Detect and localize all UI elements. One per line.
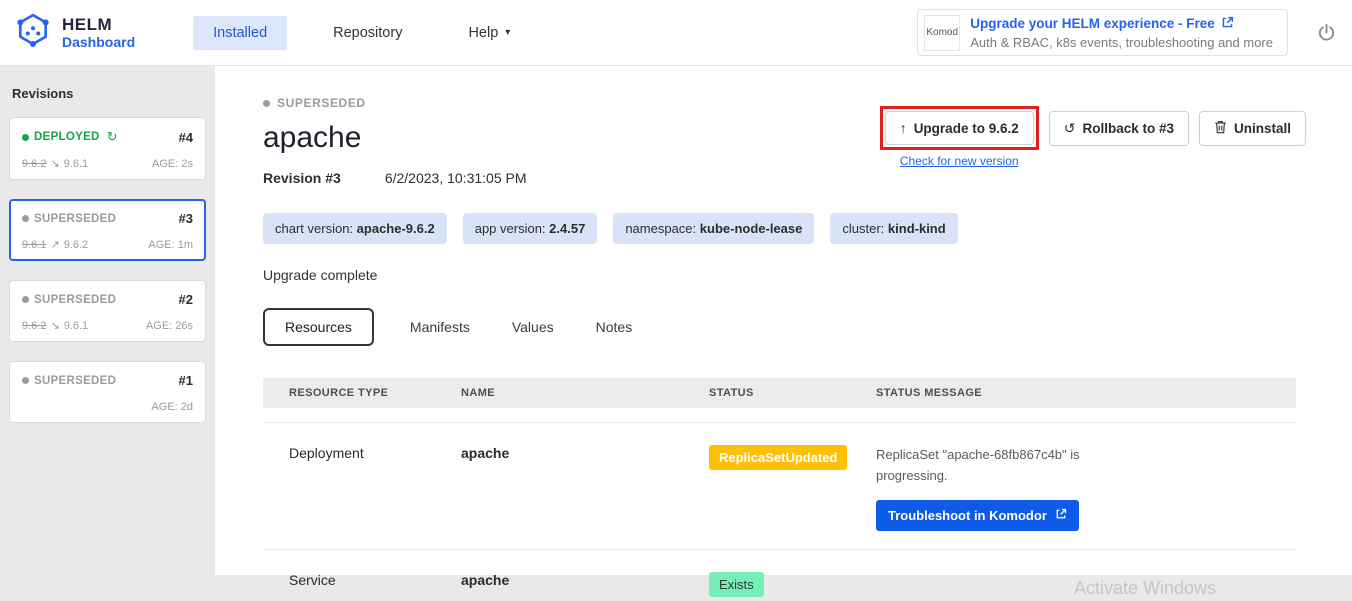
revision-age: AGE: 1m	[148, 239, 193, 251]
resource-type: Deployment	[289, 445, 461, 461]
upgrade-button[interactable]: ↑ Upgrade to 9.6.2	[885, 111, 1034, 145]
rollback-icon: ↺	[1064, 120, 1076, 137]
revision-version-change: 9.6.2 ↘ 9.6.1	[22, 157, 88, 170]
komodor-logo: Komod	[924, 15, 960, 51]
nav-item-repository[interactable]: Repository	[313, 16, 422, 50]
revision-card-4[interactable]: DEPLOYED ↻ #4 9.6.2 ↘ 9.6.1 AGE: 2s	[9, 117, 206, 180]
revision-number: #4	[179, 130, 193, 145]
promo-subtitle: Auth & RBAC, k8s events, troubleshooting…	[970, 35, 1273, 50]
revision-card-2[interactable]: SUPERSEDED #2 9.6.2 ↘ 9.6.1 AGE: 26s	[9, 280, 206, 342]
nav-item-installed[interactable]: Installed	[193, 16, 287, 50]
revision-version-change: 9.6.2 ↘ 9.6.1	[22, 319, 88, 332]
revision-status: DEPLOYED	[34, 131, 100, 143]
tab-manifests[interactable]: Manifests	[404, 310, 476, 344]
uninstall-button[interactable]: Uninstall	[1199, 111, 1306, 146]
revision-version-change: 9.6.1 ↗ 9.6.2	[22, 238, 88, 251]
external-link-icon	[1055, 508, 1067, 523]
revision-number: #1	[179, 373, 193, 388]
table-header: RESOURCE TYPE NAME STATUS STATUS MESSAGE	[263, 378, 1296, 408]
revision-number: #3	[179, 211, 193, 226]
tab-values[interactable]: Values	[506, 310, 560, 344]
sidebar-title: Revisions	[12, 86, 206, 101]
resource-name: apache	[461, 572, 709, 588]
nav-item-help[interactable]: Help ▾	[448, 16, 530, 50]
komodor-promo-banner[interactable]: Komod Upgrade your HELM experience - Fre…	[917, 9, 1288, 56]
tab-resources[interactable]: Resources	[263, 308, 374, 346]
check-new-version-link[interactable]: Check for new version	[900, 154, 1019, 168]
resource-type: Service	[289, 572, 461, 588]
revision-card-1[interactable]: SUPERSEDED #1 AGE: 2d	[9, 361, 206, 423]
chart-version-badge: chart version: apache-9.6.2	[263, 213, 447, 244]
revision-age: AGE: 26s	[146, 320, 193, 332]
nav-item-repository-label: Repository	[333, 25, 402, 41]
downgrade-arrow-icon: ↘	[50, 157, 59, 170]
revisions-sidebar: Revisions DEPLOYED ↻ #4 9.6.2 ↘ 9.6.1 AG…	[0, 66, 215, 601]
col-resource-type: RESOURCE TYPE	[289, 387, 461, 399]
status-dot	[22, 377, 29, 384]
resource-name: apache	[461, 445, 709, 461]
col-status-message: STATUS MESSAGE	[876, 387, 1296, 399]
revision-status: SUPERSEDED	[34, 213, 116, 225]
annotation-highlight-box: ↑ Upgrade to 9.6.2	[880, 106, 1039, 150]
revision-date: 6/2/2023, 10:31:05 PM	[385, 170, 527, 186]
release-status: SUPERSEDED	[277, 96, 366, 110]
revision-age: AGE: 2s	[152, 158, 193, 170]
upgrade-arrow-icon: ↗	[50, 238, 59, 251]
app-version-badge: app version: 2.4.57	[463, 213, 598, 244]
history-icon: ↻	[107, 129, 118, 145]
revision-status: SUPERSEDED	[34, 375, 116, 387]
rollback-button-label: Rollback to #3	[1082, 121, 1174, 136]
release-actions: ↑ Upgrade to 9.6.2 Check for new version…	[880, 106, 1306, 168]
activate-windows-watermark: Activate Windows	[1074, 578, 1216, 599]
release-description: Upgrade complete	[263, 267, 1306, 283]
helm-dashboard-app: HELM Dashboard Installed Repository Help…	[0, 0, 1352, 601]
status-dot	[263, 100, 270, 107]
nav-item-help-label: Help	[468, 25, 498, 41]
troubleshoot-button-label: Troubleshoot in Komodor	[888, 508, 1047, 523]
helm-dashboard-logo[interactable]: HELM Dashboard	[12, 9, 135, 56]
col-status: STATUS	[709, 387, 876, 399]
troubleshoot-button[interactable]: Troubleshoot in Komodor	[876, 500, 1079, 531]
revision-age: AGE: 2d	[151, 401, 193, 413]
release-detail-panel: SUPERSEDED apache Revision #3 6/2/2023, …	[215, 66, 1352, 575]
detail-tabs: Resources Manifests Values Notes	[263, 308, 1306, 346]
chevron-down-icon: ▾	[505, 27, 510, 38]
status-message: ReplicaSet "apache-68fb867c4b" is progre…	[876, 445, 1114, 487]
rollback-button[interactable]: ↺ Rollback to #3	[1049, 111, 1189, 146]
status-dot	[22, 134, 29, 141]
external-link-icon	[1221, 16, 1234, 32]
revision-label: Revision #3	[263, 170, 341, 186]
col-name: NAME	[461, 387, 709, 399]
main-nav: Installed Repository Help ▾	[193, 16, 530, 50]
namespace-badge: namespace: kube-node-lease	[613, 213, 814, 244]
top-navbar: HELM Dashboard Installed Repository Help…	[0, 0, 1352, 66]
status-dot	[22, 296, 29, 303]
logo-title: HELM	[62, 15, 135, 35]
logo-subtitle: Dashboard	[62, 34, 135, 50]
shutdown-button[interactable]	[1317, 23, 1336, 47]
up-arrow-icon: ↑	[900, 120, 907, 136]
release-meta-badges: chart version: apache-9.6.2 app version:…	[263, 213, 1306, 244]
nav-item-installed-label: Installed	[213, 25, 267, 41]
promo-title[interactable]: Upgrade your HELM experience - Free	[970, 16, 1215, 31]
tab-notes[interactable]: Notes	[590, 310, 639, 344]
trash-icon	[1214, 120, 1227, 137]
cluster-badge: cluster: kind-kind	[830, 213, 957, 244]
resources-table: RESOURCE TYPE NAME STATUS STATUS MESSAGE…	[263, 378, 1296, 601]
uninstall-button-label: Uninstall	[1234, 121, 1291, 136]
downgrade-arrow-icon: ↘	[50, 319, 59, 332]
power-icon	[1317, 29, 1336, 46]
revision-number: #2	[179, 292, 193, 307]
helm-logo-icon	[12, 9, 54, 56]
status-badge: Exists	[709, 572, 764, 597]
revision-status: SUPERSEDED	[34, 294, 116, 306]
upgrade-button-label: Upgrade to 9.6.2	[914, 121, 1019, 136]
status-badge: ReplicaSetUpdated	[709, 445, 847, 470]
revision-card-3[interactable]: SUPERSEDED #3 9.6.1 ↗ 9.6.2 AGE: 1m	[9, 199, 206, 261]
status-dot	[22, 215, 29, 222]
table-row-deployment: Deployment apache ReplicaSetUpdated Repl…	[263, 423, 1296, 550]
